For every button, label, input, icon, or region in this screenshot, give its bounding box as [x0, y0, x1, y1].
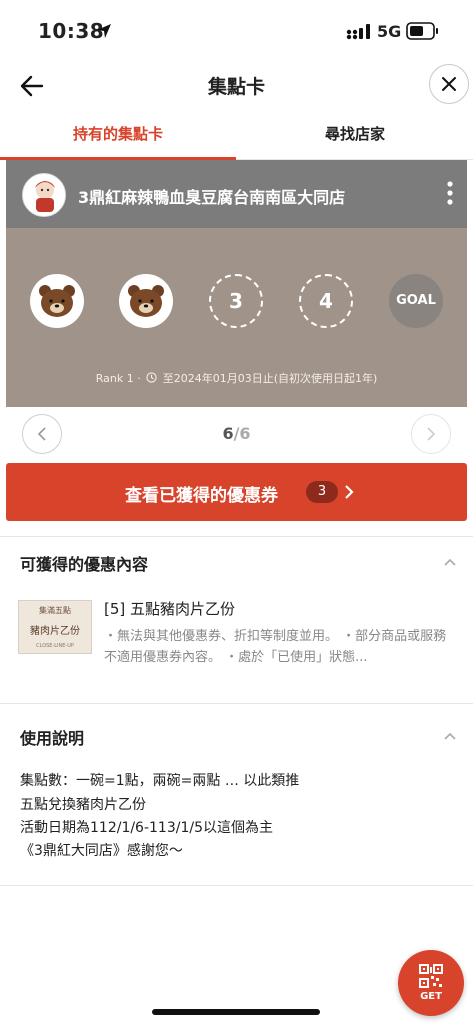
page-current: 6: [222, 424, 234, 443]
location-arrow-icon: [97, 24, 111, 38]
tab-bar: 持有的集點卡 尋找店家: [0, 112, 473, 160]
store-name: 3鼎紅麻辣鴨血臭豆腐台南南區大同店: [78, 188, 346, 207]
view-coupons-label: 查看已獲得的優惠券: [125, 486, 278, 506]
clock-icon: [146, 372, 157, 383]
qr-code-icon: [419, 964, 443, 988]
close-icon: [442, 77, 456, 91]
stamp-2: [119, 274, 173, 328]
reward-image: 集滿五點 豬肉片乙份 CLOSE-LINE-UP: [18, 600, 92, 654]
chevron-right-icon: [345, 485, 354, 499]
chevron-up-icon[interactable]: [443, 731, 457, 741]
page-title: 集點卡: [207, 76, 265, 98]
coupon-count-badge: 3: [306, 481, 338, 503]
chevron-up-icon[interactable]: [443, 557, 457, 567]
stamp-4: 4: [299, 274, 353, 328]
section-divider: [0, 885, 473, 886]
bear-stamp-icon: [39, 285, 75, 317]
reward-image-line1: 集滿五點: [39, 606, 71, 615]
network-type: 5G: [377, 22, 402, 41]
usage-line: 五點兌換豬肉片乙份: [20, 797, 146, 813]
card-header: 3鼎紅麻辣鴨血臭豆腐台南南區大同店: [6, 160, 467, 228]
validity-text: 至2024年01月03日止(自初次使用日起1年): [162, 372, 378, 385]
rank-validity: Rank 1 · 至2024年01月03日止(自初次使用日起1年): [6, 370, 467, 386]
signal-icon: [346, 24, 370, 40]
status-time: 10:38: [38, 19, 105, 43]
home-indicator[interactable]: [152, 1009, 320, 1015]
reward-image-line3: CLOSE-LINE-UP: [36, 643, 74, 649]
more-vertical-icon[interactable]: [446, 180, 454, 206]
tab-owned-cards[interactable]: 持有的集點卡: [0, 112, 236, 160]
nav-bar: 集點卡: [0, 62, 473, 110]
store-logo: [22, 173, 66, 217]
rank-label: Rank 1 ·: [95, 372, 141, 385]
tab-find-stores[interactable]: 尋找店家: [237, 112, 473, 160]
chevron-right-icon: [427, 427, 436, 441]
reward-section-title: 可獲得的優惠內容: [20, 555, 149, 574]
next-card-button[interactable]: [411, 414, 451, 454]
reward-image-line2: 豬肉片乙份: [30, 626, 80, 637]
bear-stamp-icon: [128, 285, 164, 317]
status-bar: 10:38 5G: [0, 0, 473, 62]
usage-line: 集點數：一碗=1點，兩碗=兩點 … 以此類推: [20, 773, 300, 789]
page-total: /6: [233, 424, 251, 443]
close-button[interactable]: [429, 64, 469, 104]
section-divider: [0, 703, 473, 704]
battery-icon: [406, 22, 438, 40]
get-label: GET: [420, 991, 442, 1002]
page-indicator: 6/6: [0, 424, 473, 443]
reward-description: ・無法與其他優惠券、折扣等制度並用。 ・部分商品或服務不適用優惠券內容。 ・處於…: [104, 629, 447, 665]
usage-line: 《3鼎紅大同店》感謝您～: [20, 843, 183, 859]
section-divider: [0, 536, 473, 537]
usage-line: 活動日期為112/1/6-113/1/5以這個為主: [20, 820, 273, 836]
view-coupons-button[interactable]: 查看已獲得的優惠券 3: [6, 463, 467, 521]
stamp-goal: GOAL: [389, 274, 443, 328]
stamp-3: 3: [209, 274, 263, 328]
point-card[interactable]: 3鼎紅麻辣鴨血臭豆腐台南南區大同店 3 4 GOAL Rank 1 · 至202…: [6, 160, 467, 407]
usage-section-title: 使用說明: [20, 729, 85, 748]
reward-name[interactable]: [5] 五點豬肉片乙份: [104, 598, 235, 619]
stamp-1: [30, 274, 84, 328]
get-qr-button[interactable]: GET: [398, 950, 464, 1016]
